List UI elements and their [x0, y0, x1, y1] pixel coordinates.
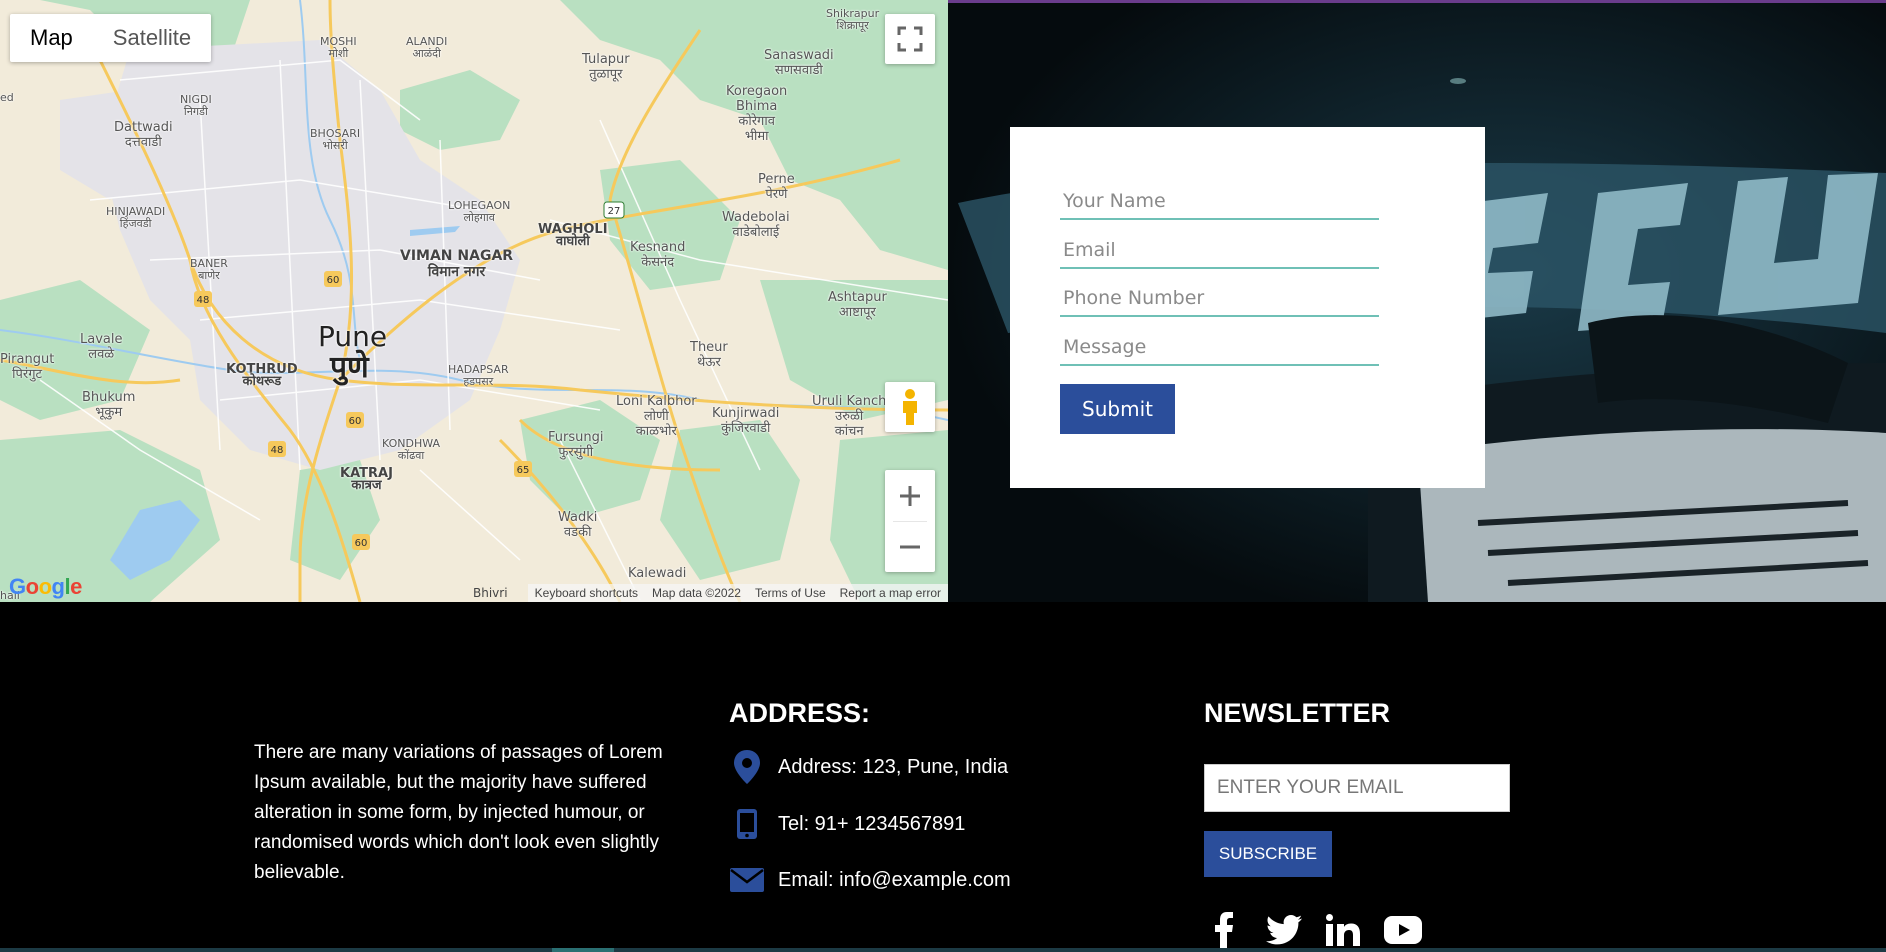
address-text: Address: 123, Pune, India — [778, 755, 1009, 778]
zoom-out-button[interactable] — [885, 521, 935, 572]
map-type-satellite-button[interactable]: Satellite — [93, 14, 211, 62]
svg-text:48: 48 — [271, 445, 284, 456]
map-pin-icon — [728, 748, 766, 786]
map-type-control: Map Satellite — [10, 14, 212, 62]
footer-about-text: There are many variations of passages of… — [254, 742, 663, 883]
address-item: Address: 123, Pune, India — [728, 748, 1008, 786]
route-shield-65: 65 — [514, 461, 532, 477]
route-shield-27: 27 — [603, 201, 625, 219]
pegman-icon — [903, 389, 917, 425]
facebook-link[interactable] — [1204, 910, 1244, 950]
map-label-bhivri: Bhivri — [473, 586, 508, 600]
minus-icon — [900, 545, 920, 548]
newsletter-email-input[interactable]: ENTER YOUR EMAIL — [1204, 764, 1510, 812]
terms-of-use-link[interactable]: Terms of Use — [748, 586, 833, 600]
email-item: Email: info@example.com — [728, 861, 1011, 899]
address-heading: ADDRESS: — [729, 698, 871, 728]
linkedin-link[interactable] — [1323, 910, 1363, 950]
linkedin-icon — [1326, 914, 1360, 946]
facebook-icon — [1215, 912, 1233, 948]
twitter-icon — [1266, 915, 1302, 945]
subscribe-button[interactable]: SUBSCRIBE — [1204, 831, 1332, 877]
name-input[interactable]: Your Name — [1060, 184, 1379, 220]
svg-text:60: 60 — [355, 538, 368, 549]
phone-text: Tel: 91+ 1234567891 — [778, 812, 966, 835]
plus-icon — [900, 485, 920, 506]
svg-text:27: 27 — [608, 206, 621, 217]
phone-item: Tel: 91+ 1234567891 — [728, 805, 965, 843]
route-shield-48: 48 — [194, 291, 212, 307]
map-type-map-button[interactable]: Map — [10, 14, 93, 62]
email-text[interactable]: Email: info@example.com — [778, 869, 1011, 892]
submit-button[interactable]: Submit — [1060, 384, 1175, 434]
route-shields: 27 60 48 60 48 65 60 — [194, 201, 625, 550]
svg-text:60: 60 — [327, 275, 340, 286]
zoom-in-button[interactable] — [885, 470, 935, 521]
svg-text:60: 60 — [349, 416, 362, 427]
google-logo[interactable]: Google — [9, 574, 82, 600]
map-attribution-bar: Keyboard shortcuts Map data ©2022 Terms … — [527, 584, 948, 602]
youtube-icon — [1384, 916, 1422, 944]
newsletter-heading: NEWSLETTER — [1204, 698, 1390, 728]
svg-text:65: 65 — [517, 465, 530, 476]
route-shield-60: 60 — [346, 412, 364, 428]
report-map-error-link[interactable]: Report a map error — [833, 586, 948, 600]
fullscreen-button[interactable] — [885, 14, 935, 64]
zoom-divider — [893, 521, 927, 522]
map-data-credit: Map data ©2022 — [652, 586, 741, 600]
mobile-phone-icon — [728, 805, 766, 843]
route-shield-48: 48 — [268, 441, 286, 457]
zoom-control — [885, 470, 935, 572]
route-shield-60: 60 — [352, 534, 370, 550]
phone-input[interactable]: Phone Number — [1060, 281, 1379, 317]
keyboard-shortcuts-link[interactable]: Keyboard shortcuts — [528, 586, 645, 600]
email-input[interactable]: Email — [1060, 233, 1379, 269]
svg-text:48: 48 — [197, 295, 210, 306]
route-shield-60: 60 — [324, 271, 342, 287]
twitter-link[interactable] — [1264, 910, 1304, 950]
envelope-icon — [728, 861, 766, 899]
footer-bottom-bar — [0, 948, 1886, 952]
fullscreen-icon — [897, 26, 923, 52]
message-input[interactable]: Message — [1060, 330, 1379, 366]
google-map[interactable]: Shikrapur शिक्रापूर MOSHI मोशी ALANDI आळ… — [0, 0, 948, 602]
youtube-link[interactable] — [1383, 910, 1423, 950]
street-view-pegman-button[interactable] — [885, 382, 935, 432]
footer-bottom-highlight — [552, 948, 614, 952]
